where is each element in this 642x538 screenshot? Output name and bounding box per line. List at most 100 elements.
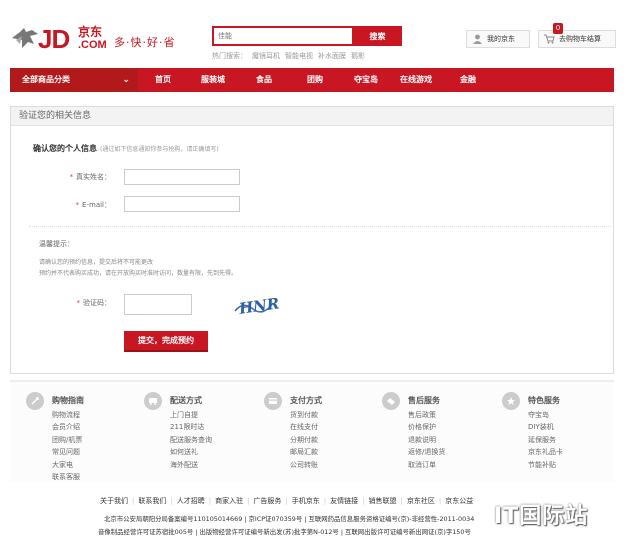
bottom-links: 关于我们 | 联系我们 | 人才招聘 | 商家入驻 | 广告服务 | 手机京东 | 友情链接 | 销售联盟 |… (100, 497, 474, 505)
tip-line: 请确认您的预约信息，提交后将不可能更改 (39, 259, 154, 266)
footer-link[interactable]: 京东礼品卡 (528, 446, 563, 458)
submit-button[interactable]: 提交，完成预约 (124, 331, 208, 352)
footer-column-title: 配送方式 (170, 396, 202, 405)
footer-link[interactable]: 会员介绍 (52, 421, 82, 433)
required-star-icon: * (76, 299, 81, 307)
tip-line: 预约并不代表购买成功，请在开放购买时准时访问，数量有限，先到先得。 (39, 270, 238, 277)
verification-panel: 验证您的相关信息 确认您的个人信息 (通过如下信息通知你参与抢购，请正确填写) *… (10, 106, 614, 374)
cart-button[interactable]: 0 去购物车结算 (538, 23, 616, 48)
footer-link[interactable]: 在线支付 (290, 421, 318, 433)
footer-link[interactable]: 夺宝岛 (528, 409, 563, 421)
main-nav: 全部商品分类 ⌄ 首页 服装城 食品 团购 夺宝岛 在线游戏 金融 (10, 68, 614, 92)
footer-link[interactable]: 邮局汇款 (290, 446, 318, 458)
nav-link-clothing[interactable]: 服装城 (201, 68, 225, 92)
nav-link-finance[interactable]: 金融 (460, 68, 476, 92)
captcha-label: * 验证码： (47, 298, 112, 308)
search-bar: 搜索 (212, 26, 402, 46)
footer-column-title: 支付方式 (290, 396, 322, 405)
footer-link[interactable]: 退款说明 (408, 434, 445, 446)
footer-link[interactable]: 延保服务 (528, 434, 563, 446)
hot-search-list: 热门搜索： 魔镜耳机 智能电视 补水面膜 鹅影 (212, 51, 370, 61)
logo-com-text: .COM (78, 39, 107, 51)
footer-link[interactable]: 常见问题 (52, 446, 82, 458)
section-title-text: 确认您的个人信息 (33, 144, 97, 153)
footer-link[interactable]: DIY装机 (528, 421, 563, 433)
bottom-link[interactable]: 联系我们 (138, 497, 166, 505)
footer-link[interactable]: 配送服务查询 (170, 434, 212, 446)
footer-link[interactable]: 如何送礼 (170, 446, 212, 458)
bottom-link[interactable]: 手机京东 (292, 497, 320, 505)
section-heading: 确认您的个人信息 (通过如下信息通知你参与抢购，请正确填写) (33, 143, 219, 154)
all-categories-label: 全部商品分类 (22, 75, 70, 84)
search-input[interactable] (212, 26, 354, 46)
bottom-link[interactable]: 广告服务 (253, 497, 281, 505)
bottom-link[interactable]: 京东公益 (445, 497, 473, 505)
captcha-image[interactable]: HNR (233, 293, 279, 319)
real-name-input[interactable] (124, 169, 240, 185)
nav-link-groupbuy[interactable]: 团购 (307, 68, 323, 92)
feature-icon (502, 392, 520, 410)
footer-column-title: 特色服务 (528, 396, 560, 405)
footer-link[interactable]: 返修/退换货 (408, 446, 445, 458)
hot-search-item[interactable]: 智能电视 (285, 52, 313, 60)
user-icon (473, 34, 482, 44)
footer-link[interactable]: 海外配送 (170, 459, 212, 471)
chevron-down-icon: ⌄ (122, 75, 130, 85)
email-input[interactable] (124, 196, 240, 212)
nav-link-food[interactable]: 食品 (256, 68, 272, 92)
truck-icon (144, 392, 162, 410)
footer-link[interactable]: 节能补贴 (528, 459, 563, 471)
panel-title: 验证您的相关信息 (11, 107, 613, 126)
footer-link[interactable]: 上门自提 (170, 409, 212, 421)
footer-column-title: 售后服务 (408, 396, 440, 405)
cart-count-badge: 0 (553, 23, 563, 34)
name-label: * 真实姓名： (47, 172, 112, 182)
logo-cn-text: 京东 (78, 25, 103, 39)
hot-search-item[interactable]: 魔镜耳机 (252, 52, 280, 60)
captcha-text: HNR (237, 294, 279, 318)
email-label-text: E-mail： (82, 201, 111, 209)
name-label-text: 真实姓名： (76, 173, 111, 181)
bottom-link[interactable]: 销售联盟 (369, 497, 397, 505)
logo-jd-text: JD (38, 24, 70, 54)
bottom-link[interactable]: 京东社区 (407, 497, 435, 505)
nav-link-home[interactable]: 首页 (155, 68, 171, 92)
footer-link[interactable]: 211限时达 (170, 421, 212, 433)
footer-link[interactable]: 大家电 (52, 459, 82, 471)
form-divider (29, 226, 611, 227)
footer-link[interactable]: 公司转账 (290, 459, 318, 471)
section-note: (通过如下信息通知你参与抢购，请正确填写) (100, 146, 219, 153)
hot-search-label: 热门搜索： (212, 52, 247, 60)
hot-search-item[interactable]: 鹅影 (351, 52, 365, 60)
copyright-line: 音像制品经营许可证苏宿批005号 | 出版物经营许可证编号新出发(苏)批字第N-… (98, 528, 471, 536)
cart-icon (544, 34, 555, 44)
nav-link-online-games[interactable]: 在线游戏 (400, 68, 432, 92)
bottom-link[interactable]: 商家入驻 (215, 497, 243, 505)
cart-label: 去购物车结算 (559, 35, 601, 43)
hot-search-item[interactable]: 补水面膜 (318, 52, 346, 60)
footer-link[interactable]: 团购/机票 (52, 434, 82, 446)
bottom-link[interactable]: 友情链接 (330, 497, 358, 505)
jd-logo[interactable]: JD 京东 .COM 多·快·好·省 (10, 22, 200, 62)
search-button[interactable]: 搜索 (353, 26, 402, 46)
bottom-link[interactable]: 关于我们 (100, 497, 128, 505)
footer-link[interactable]: 联系客服 (52, 471, 82, 483)
captcha-input[interactable] (124, 294, 192, 315)
footer-link[interactable]: 购物流程 (52, 409, 82, 421)
footer-link[interactable]: 分期付款 (290, 434, 318, 446)
my-jd-label: 我的京东 (487, 35, 515, 43)
my-jd-button[interactable]: 我的京东 (466, 30, 530, 48)
captcha-label-text: 验证码： (83, 299, 111, 307)
nav-link-treasure-island[interactable]: 夺宝岛 (354, 68, 378, 92)
watermark: IT国际站 (494, 504, 589, 529)
service-footer: 购物指南 购物流程 会员介绍 团购/机票 常见问题 大家电 联系客服 配送方式 … (10, 380, 614, 482)
footer-link[interactable]: 取消订单 (408, 459, 445, 471)
footer-link[interactable]: 售后政策 (408, 409, 445, 421)
footer-column-title: 购物指南 (52, 396, 84, 405)
footer-link[interactable]: 货到付款 (290, 409, 318, 421)
all-categories-menu[interactable]: 全部商品分类 ⌄ (10, 68, 138, 92)
guide-icon (26, 392, 44, 410)
footer-link[interactable]: 价格保护 (408, 421, 445, 433)
bottom-link[interactable]: 人才招聘 (177, 497, 205, 505)
tip-title: 温馨提示： (39, 240, 74, 248)
